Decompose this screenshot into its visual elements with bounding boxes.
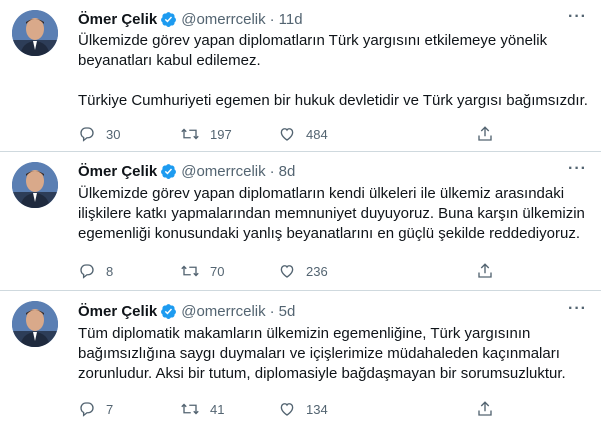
like-heart-icon [278, 262, 296, 280]
action-bar: 8 70 236 [78, 261, 508, 281]
separator-dot: · [269, 10, 275, 28]
tweet-header: Ömer Çelik @omerrcelik · 8d [78, 161, 295, 181]
tweet[interactable]: Ömer Çelik @omerrcelik · 11d ··· Ülkemiz… [0, 0, 601, 152]
retweet-icon [180, 125, 200, 143]
separator-dot: · [269, 302, 275, 320]
retweet-button[interactable]: 197 [180, 125, 232, 143]
separator-dot: · [269, 162, 275, 180]
reply-count: 8 [106, 263, 114, 279]
author-handle[interactable]: @omerrcelik [181, 11, 265, 28]
share-button[interactable] [476, 262, 494, 280]
more-options-icon[interactable]: ··· [568, 160, 587, 178]
author-handle[interactable]: @omerrcelik [181, 163, 265, 180]
share-icon [476, 262, 494, 280]
tweet-paragraph: Ülkemizde görev yapan diplomatların Türk… [78, 32, 548, 69]
retweet-icon [180, 262, 200, 280]
like-count: 134 [306, 401, 328, 417]
more-options-icon[interactable]: ··· [568, 8, 587, 26]
like-button[interactable]: 484 [278, 125, 328, 143]
retweet-button[interactable]: 41 [180, 400, 224, 418]
action-bar: 30 197 484 [78, 124, 508, 144]
more-options-icon[interactable]: ··· [568, 300, 587, 318]
tweet-feed: Ömer Çelik @omerrcelik · 11d ··· Ülkemiz… [0, 0, 601, 432]
reply-count: 30 [106, 126, 121, 142]
share-icon [476, 125, 494, 143]
reply-button[interactable]: 8 [78, 262, 113, 280]
retweet-count: 70 [210, 263, 225, 279]
share-button[interactable] [476, 125, 494, 143]
reply-button[interactable]: 30 [78, 125, 120, 143]
author-name[interactable]: Ömer Çelik [78, 11, 157, 28]
like-heart-icon [278, 400, 296, 418]
tweet-paragraph: Türkiye Cumhuriyeti egemen bir hukuk dev… [78, 92, 588, 109]
tweet-text: Tüm diplomatik makamların ülkemizin egem… [78, 324, 588, 384]
avatar[interactable] [12, 301, 58, 347]
reply-count: 7 [106, 401, 114, 417]
like-button[interactable]: 134 [278, 400, 328, 418]
verified-badge-icon [160, 303, 177, 320]
author-handle[interactable]: @omerrcelik [181, 303, 265, 320]
author-name[interactable]: Ömer Çelik [78, 303, 157, 320]
tweet-header: Ömer Çelik @omerrcelik · 11d [78, 9, 303, 29]
tweet-paragraph: Tüm diplomatik makamların ülkemizin egem… [78, 325, 566, 382]
share-button[interactable] [476, 400, 494, 418]
reply-icon [78, 262, 96, 280]
tweet[interactable]: Ömer Çelik @omerrcelik · 5d ··· Tüm dipl… [0, 291, 601, 432]
retweet-count: 41 [210, 401, 225, 417]
verified-badge-icon [160, 11, 177, 28]
tweet[interactable]: Ömer Çelik @omerrcelik · 8d ··· Ülkemizd… [0, 152, 601, 291]
reply-icon [78, 125, 96, 143]
timestamp[interactable]: 5d [279, 303, 296, 320]
tweet-text: Ülkemizde görev yapan diplomatların Türk… [78, 31, 588, 111]
reply-button[interactable]: 7 [78, 400, 113, 418]
like-count: 484 [306, 126, 328, 142]
verified-badge-icon [160, 163, 177, 180]
timestamp[interactable]: 8d [279, 163, 296, 180]
avatar[interactable] [12, 162, 58, 208]
tweet-text: Ülkemizde görev yapan diplomatların kend… [78, 184, 588, 244]
retweet-icon [180, 400, 200, 418]
share-icon [476, 400, 494, 418]
author-name[interactable]: Ömer Çelik [78, 163, 157, 180]
retweet-button[interactable]: 70 [180, 262, 224, 280]
like-button[interactable]: 236 [278, 262, 328, 280]
timestamp[interactable]: 11d [279, 11, 303, 28]
tweet-paragraph: Ülkemizde görev yapan diplomatların kend… [78, 185, 585, 242]
avatar[interactable] [12, 10, 58, 56]
tweet-header: Ömer Çelik @omerrcelik · 5d [78, 301, 295, 321]
retweet-count: 197 [210, 126, 232, 142]
like-heart-icon [278, 125, 296, 143]
reply-icon [78, 400, 96, 418]
like-count: 236 [306, 263, 328, 279]
action-bar: 7 41 134 [78, 399, 508, 419]
